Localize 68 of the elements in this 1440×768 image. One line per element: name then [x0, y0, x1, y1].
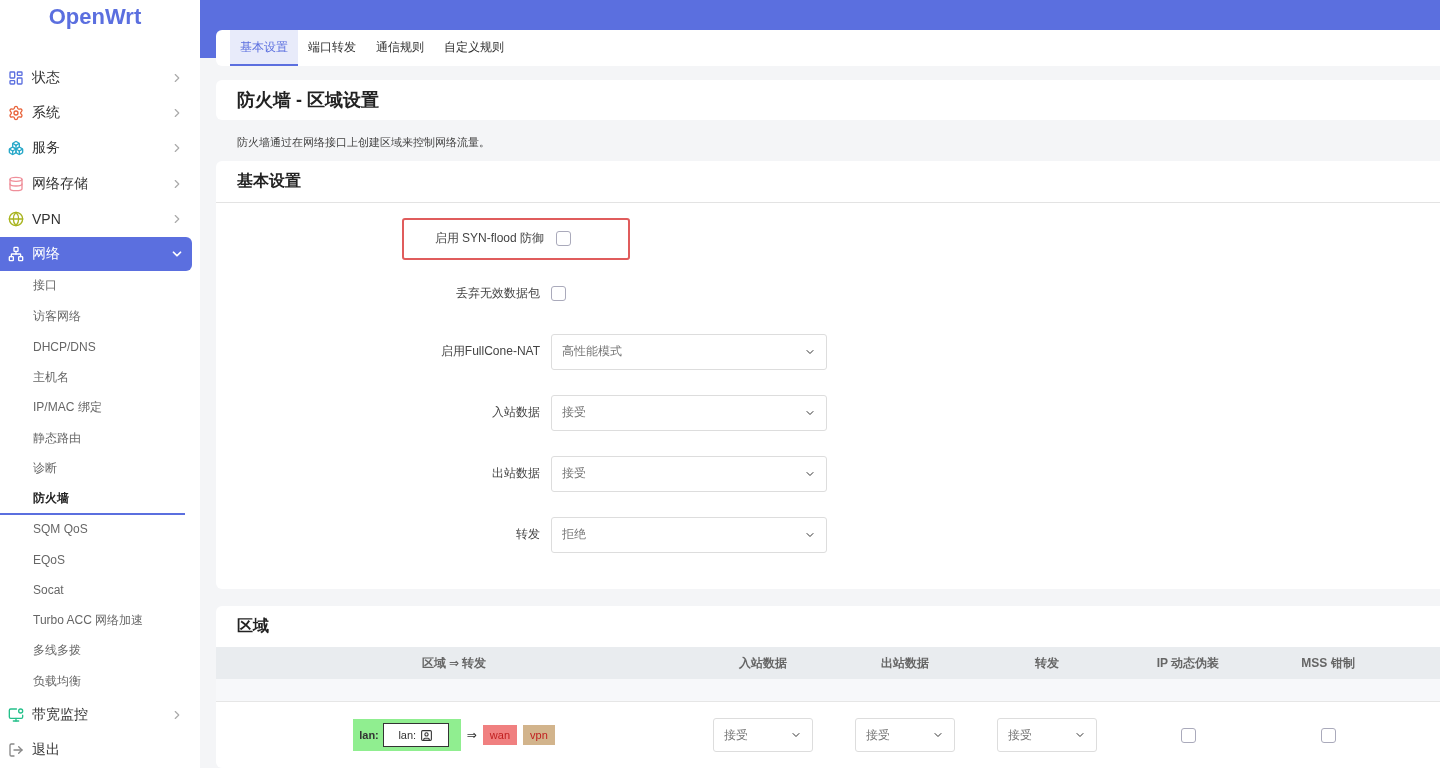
gear-icon — [8, 104, 24, 121]
sitemap-icon — [8, 246, 24, 263]
checkbox[interactable] — [1180, 727, 1196, 743]
tab[interactable]: 端口转发 — [298, 30, 366, 66]
select-field[interactable]: 接受 — [551, 394, 827, 431]
field-label: 启用 SYN-flood 防御 — [433, 230, 545, 247]
zone-tag: vpn — [523, 725, 555, 745]
submenu-item[interactable]: EQoS — [0, 545, 185, 576]
submenu-item[interactable]: 访客网络 — [0, 302, 185, 333]
checkbox[interactable] — [551, 286, 566, 301]
logout-icon — [8, 742, 24, 759]
column-header: MSS 钳制 — [1300, 654, 1356, 672]
submenu-item[interactable]: SQM QoS — [0, 515, 185, 546]
submenu-item[interactable]: DHCP/DNS — [0, 332, 185, 363]
tab[interactable]: 基本设置 — [230, 30, 298, 66]
arrow: ⇒ — [466, 728, 477, 742]
sidebar-item[interactable]: 退出 — [0, 733, 192, 768]
submenu-item[interactable]: 主机名 — [0, 363, 185, 394]
checkbox[interactable] — [1320, 727, 1336, 743]
database-icon — [8, 175, 24, 192]
section-title: 区域 — [236, 616, 270, 636]
sidebar-item[interactable]: 状态 — [0, 61, 192, 95]
sidebar-item[interactable]: 服务 — [0, 131, 192, 165]
column-header: 出站数据 — [880, 654, 930, 672]
column-header: IP 动态伪装 — [1155, 654, 1221, 672]
zone-name: lan: — [398, 729, 417, 741]
sidebar-item[interactable]: 网络存储 — [0, 166, 192, 201]
sidebar-item[interactable]: 系统 — [0, 96, 192, 130]
select-field[interactable]: 拒绝 — [551, 516, 827, 553]
column-header: 区域 ⇒ 转发 — [420, 654, 488, 672]
sidebar-item[interactable]: 带宽监控 — [0, 698, 192, 732]
field-label: 转发 — [515, 526, 541, 543]
zone-name: lan: — [359, 729, 379, 741]
cubes-icon — [8, 140, 24, 157]
submenu-item[interactable]: 负载均衡 — [0, 667, 185, 698]
description: 防火墙通过在网络接口上创建区域来控制网络流量。 — [236, 135, 491, 151]
logo: OpenWrt — [48, 4, 142, 30]
submenu-item[interactable]: Socat — [0, 575, 185, 607]
tab[interactable]: 通信规则 — [366, 30, 434, 66]
globe-icon — [8, 210, 24, 227]
field-label: 入站数据 — [491, 404, 541, 421]
column-header: 入站数据 — [738, 654, 788, 672]
page-title: 防火墙 - 区域设置 — [216, 80, 1440, 121]
column-header: 转发 — [1034, 654, 1060, 672]
select-field[interactable]: 接受 — [997, 718, 1097, 752]
submenu-item[interactable]: Turbo ACC 网络加速 — [0, 606, 185, 637]
select-field[interactable]: 接受 — [713, 718, 813, 752]
sidebar-item[interactable]: 网络 — [0, 237, 192, 271]
submenu-item[interactable]: 静态路由 — [0, 423, 185, 455]
monitor-icon — [8, 707, 24, 724]
submenu-item[interactable]: 接口 — [0, 271, 185, 303]
field-label: 启用FullCone-NAT — [439, 343, 541, 360]
submenu-item[interactable]: 多线多拨 — [0, 636, 185, 668]
submenu-item[interactable]: 诊断 — [0, 454, 185, 485]
select-field[interactable]: 高性能模式 — [551, 333, 827, 370]
field-label: 丢弃无效数据包 — [455, 285, 541, 302]
dashboard-icon — [8, 69, 24, 86]
tab[interactable]: 自定义规则 — [434, 30, 514, 66]
section-title: 基本设置 — [216, 161, 1440, 203]
sidebar-item[interactable]: VPN — [0, 202, 192, 236]
submenu-item[interactable]: 防火墙 — [0, 484, 185, 516]
select-field[interactable]: 接受 — [551, 455, 827, 492]
submenu-item[interactable]: IP/MAC 绑定 — [0, 393, 185, 424]
checkbox[interactable] — [556, 231, 571, 246]
field-label: 出站数据 — [491, 465, 541, 482]
select-field[interactable]: 接受 — [855, 718, 955, 752]
zone-tag: wan — [482, 725, 518, 745]
user-icon — [420, 728, 434, 742]
